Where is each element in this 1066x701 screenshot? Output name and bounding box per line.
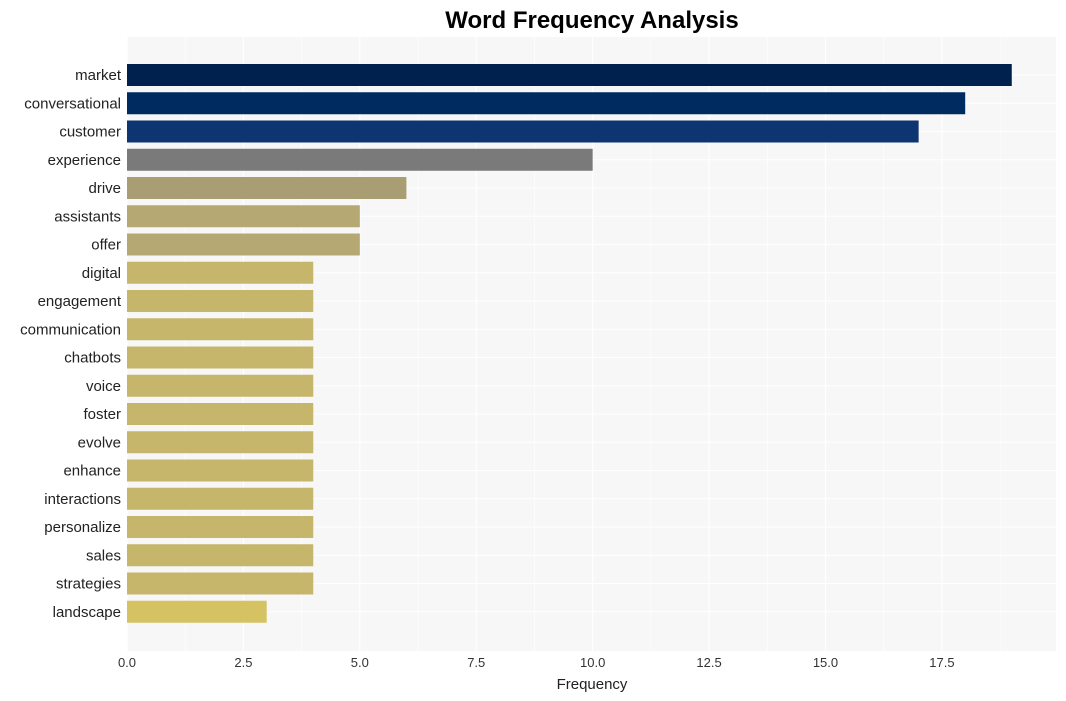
category-label-digital: digital bbox=[82, 265, 121, 282]
bar-personalize bbox=[127, 516, 314, 538]
bar-chart: market conversational customer experience dr… bbox=[20, 7, 1056, 693]
category-label-voice: voice bbox=[86, 378, 121, 395]
bar-engagement bbox=[127, 290, 314, 312]
x-tick-labels: 0.0 2.5 5.0 7.5 10.0 12.5 15.0 17.5 bbox=[118, 655, 955, 670]
bar-experience bbox=[127, 148, 593, 171]
x-tick-label: 10.0 bbox=[580, 655, 605, 670]
bar-communication bbox=[127, 318, 314, 341]
category-label-landscape: landscape bbox=[53, 604, 121, 621]
bar-strategies bbox=[127, 572, 314, 595]
bar-offer bbox=[127, 233, 360, 256]
category-label-assistants: assistants bbox=[54, 208, 121, 225]
category-label-communication: communication bbox=[20, 321, 121, 338]
category-label-chatbots: chatbots bbox=[64, 350, 121, 367]
bar-interactions bbox=[127, 487, 314, 510]
x-tick-label: 17.5 bbox=[929, 655, 954, 670]
chart-title: Word Frequency Analysis bbox=[445, 7, 738, 34]
x-tick-label: 12.5 bbox=[696, 655, 721, 670]
bar-foster bbox=[127, 403, 314, 425]
category-label-sales: sales bbox=[86, 547, 121, 564]
bar-enhance bbox=[127, 459, 314, 482]
x-tick-label: 0.0 bbox=[118, 655, 136, 670]
category-label-foster: foster bbox=[83, 406, 121, 423]
category-label-evolve: evolve bbox=[78, 434, 121, 451]
category-label-experience: experience bbox=[48, 152, 121, 169]
bar-conversational bbox=[127, 92, 966, 115]
bar-sales bbox=[127, 544, 314, 567]
x-tick-label: 2.5 bbox=[234, 655, 252, 670]
category-label-market: market bbox=[75, 67, 122, 84]
category-label-strategies: strategies bbox=[56, 576, 121, 593]
bar-digital bbox=[127, 261, 314, 284]
bar-landscape bbox=[127, 600, 267, 623]
category-label-personalize: personalize bbox=[44, 519, 121, 536]
bar-evolve bbox=[127, 431, 314, 454]
x-tick-label: 5.0 bbox=[351, 655, 369, 670]
bar-chatbots bbox=[127, 346, 314, 369]
category-labels: market conversational customer experience dr… bbox=[20, 67, 122, 621]
x-tick-label: 7.5 bbox=[467, 655, 485, 670]
bar-voice bbox=[127, 374, 314, 397]
category-label-enhance: enhance bbox=[63, 463, 121, 480]
bar-market bbox=[127, 64, 1012, 86]
x-axis-title: Frequency bbox=[557, 676, 628, 693]
bar-drive bbox=[127, 177, 407, 199]
category-label-interactions: interactions bbox=[44, 491, 121, 508]
category-label-offer: offer bbox=[91, 237, 121, 254]
category-label-customer: customer bbox=[59, 124, 121, 141]
category-label-drive: drive bbox=[88, 180, 121, 197]
category-label-engagement: engagement bbox=[38, 293, 122, 310]
bar-customer bbox=[127, 120, 919, 143]
category-label-conversational: conversational bbox=[24, 95, 121, 112]
x-tick-label: 15.0 bbox=[813, 655, 838, 670]
bar-assistants bbox=[127, 205, 360, 228]
